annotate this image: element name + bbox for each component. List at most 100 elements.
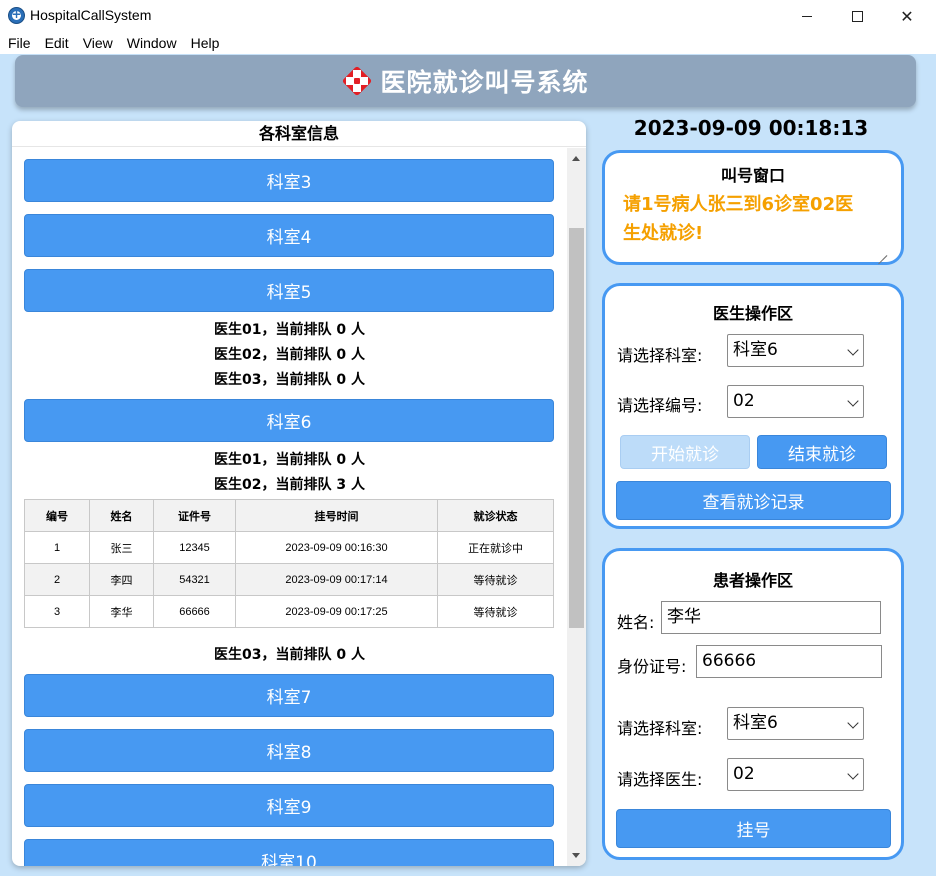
menu-window[interactable]: Window xyxy=(127,32,185,54)
selected-value: 科室6 xyxy=(733,713,778,733)
table-cell: 等待就诊 xyxy=(437,595,554,628)
doctor-area-title: 医生操作区 xyxy=(712,304,793,323)
column-header: 证件号 xyxy=(153,499,236,532)
patient-doctor-label: 请选择医生: xyxy=(617,770,703,789)
start-consultation-button[interactable]: 开始就诊 xyxy=(620,435,750,469)
table-cell: 12345 xyxy=(153,531,236,564)
table-row[interactable]: 2 李四 54321 2023-09-09 00:17:14 等待就诊 xyxy=(24,563,554,596)
menu-help[interactable]: Help xyxy=(191,32,228,54)
menu-file[interactable]: File xyxy=(8,32,39,54)
patient-area-title: 患者操作区 xyxy=(712,571,793,590)
table-cell: 1 xyxy=(24,531,90,564)
app-area: 医院就诊叫号系统 各科室信息 科室3 科室4 科室5 医生01，当前排队 0 人… xyxy=(0,54,936,876)
patient-name-input[interactable]: 李华 xyxy=(661,601,881,634)
panel-title: 各科室信息 xyxy=(12,121,586,147)
doctor-queue-line[interactable]: 医生02，当前排队 3 人 xyxy=(12,474,567,494)
table-cell: 2 xyxy=(24,563,90,596)
patient-operation-card: 患者操作区 姓名: 李华 身份证号: 66666 请选择科室: 科室6 请选择医… xyxy=(602,548,904,860)
room-button-7[interactable]: 科室7 xyxy=(24,674,554,717)
doctor-queue-line: 医生01，当前排队 0 人 xyxy=(214,452,365,468)
end-consultation-button[interactable]: 结束就诊 xyxy=(757,435,887,469)
close-icon: ✕ xyxy=(900,6,914,26)
doctor-room-select[interactable]: 科室6 xyxy=(727,334,864,367)
doctor-room-label: 请选择科室: xyxy=(617,346,703,365)
table-row[interactable]: 1 张三 12345 2023-09-09 00:16:30 正在就诊中 xyxy=(24,531,554,564)
table-cell: 等待就诊 xyxy=(437,563,554,596)
window-title: HospitalCallSystem xyxy=(30,7,152,23)
room-button-6[interactable]: 科室6 xyxy=(24,399,554,442)
patient-doctor-select[interactable]: 02 xyxy=(727,758,864,791)
app-title: 医院就诊叫号系统 xyxy=(380,68,589,97)
close-button[interactable]: ✕ xyxy=(884,0,930,32)
vertical-scrollbar[interactable] xyxy=(567,148,586,866)
table-cell: 3 xyxy=(24,595,90,628)
menu-edit[interactable]: Edit xyxy=(45,32,77,54)
column-header: 就诊状态 xyxy=(437,499,554,532)
room-button-5[interactable]: 科室5 xyxy=(24,269,554,312)
department-info-panel: 各科室信息 科室3 科室4 科室5 医生01，当前排队 0 人 医生02，当前排… xyxy=(12,121,586,866)
doctor-queue-line: 医生03，当前排队 0 人 xyxy=(214,647,365,663)
patient-id-label: 身份证号: xyxy=(617,657,687,676)
doctor-queue-line: 医生02，当前排队 0 人 xyxy=(214,347,365,363)
app-icon xyxy=(8,7,25,24)
minimize-icon xyxy=(802,15,812,17)
table-header-row: 编号 姓名 证件号 挂号时间 就诊状态 xyxy=(24,499,554,532)
selected-value: 02 xyxy=(733,764,755,784)
doctor-queue-line: 医生01，当前排队 0 人 xyxy=(214,322,365,338)
selected-value: 科室6 xyxy=(733,340,778,360)
call-window-title: 叫号窗口 xyxy=(720,166,785,185)
table-cell: 2023-09-09 00:17:25 xyxy=(235,595,438,628)
scrollbar-thumb[interactable] xyxy=(569,228,584,628)
call-message-line: 请1号病人张三到6诊室02医 xyxy=(623,194,854,215)
maximize-button[interactable] xyxy=(834,0,880,32)
table-cell: 李华 xyxy=(89,595,154,628)
minimize-button[interactable] xyxy=(784,0,830,32)
doctor-number-select[interactable]: 02 xyxy=(727,385,864,418)
room-button-8[interactable]: 科室8 xyxy=(24,729,554,772)
resize-grip-icon[interactable] xyxy=(877,246,887,256)
column-header: 挂号时间 xyxy=(235,499,438,532)
table-row[interactable]: 3 李华 66666 2023-09-09 00:17:25 等待就诊 xyxy=(24,595,554,628)
scroll-up-icon[interactable] xyxy=(572,156,580,161)
column-header: 编号 xyxy=(24,499,90,532)
queue-table: 编号 姓名 证件号 挂号时间 就诊状态 1 张三 12345 2023-09-0… xyxy=(24,499,554,628)
maximize-icon xyxy=(851,10,863,22)
call-window-card: 叫号窗口 请1号病人张三到6诊室02医 生处就诊! xyxy=(602,150,904,265)
table-cell: 张三 xyxy=(89,531,154,564)
selected-value: 02 xyxy=(733,391,755,411)
chevron-down-icon xyxy=(847,395,859,407)
scroll-down-icon[interactable] xyxy=(572,853,580,858)
doctor-queue-line: 医生03，当前排队 0 人 xyxy=(214,372,365,388)
room-button-4[interactable]: 科室4 xyxy=(24,214,554,257)
table-cell: 李四 xyxy=(89,563,154,596)
table-cell: 54321 xyxy=(153,563,236,596)
app-header: 医院就诊叫号系统 xyxy=(15,55,916,107)
patient-room-select[interactable]: 科室6 xyxy=(727,707,864,740)
call-message-line: 生处就诊! xyxy=(623,223,704,244)
menu-bar: File Edit View Window Help xyxy=(0,32,936,54)
table-cell: 2023-09-09 00:17:14 xyxy=(235,563,438,596)
chevron-down-icon xyxy=(847,768,859,780)
table-cell: 正在就诊中 xyxy=(437,531,554,564)
menu-view[interactable]: View xyxy=(83,32,121,54)
chevron-down-icon xyxy=(847,344,859,356)
department-list[interactable]: 科室3 科室4 科室5 医生01，当前排队 0 人 医生02，当前排队 0 人 … xyxy=(12,148,567,866)
chevron-down-icon xyxy=(847,717,859,729)
current-time: 2023-09-09 00:18:13 xyxy=(633,116,869,140)
title-bar: HospitalCallSystem ✕ xyxy=(0,0,936,32)
table-cell: 66666 xyxy=(153,595,236,628)
patient-id-input[interactable]: 66666 xyxy=(696,645,882,678)
doctor-operation-card: 医生操作区 请选择科室: 科室6 请选择编号: 02 开始就诊 结束就诊 查看就… xyxy=(602,283,904,529)
view-records-button[interactable]: 查看就诊记录 xyxy=(616,481,891,520)
doctor-number-label: 请选择编号: xyxy=(617,396,703,415)
patient-name-label: 姓名: xyxy=(617,613,655,632)
room-button-3[interactable]: 科室3 xyxy=(24,159,554,202)
hospital-cross-icon xyxy=(342,65,373,97)
room-button-9[interactable]: 科室9 xyxy=(24,784,554,827)
table-cell: 2023-09-09 00:16:30 xyxy=(235,531,438,564)
patient-room-label: 请选择科室: xyxy=(617,719,703,738)
call-message[interactable]: 请1号病人张三到6诊室02医 生处就诊! xyxy=(605,190,901,248)
room-button-10[interactable]: 科室10 xyxy=(24,839,554,866)
register-button[interactable]: 挂号 xyxy=(616,809,891,848)
column-header: 姓名 xyxy=(89,499,154,532)
